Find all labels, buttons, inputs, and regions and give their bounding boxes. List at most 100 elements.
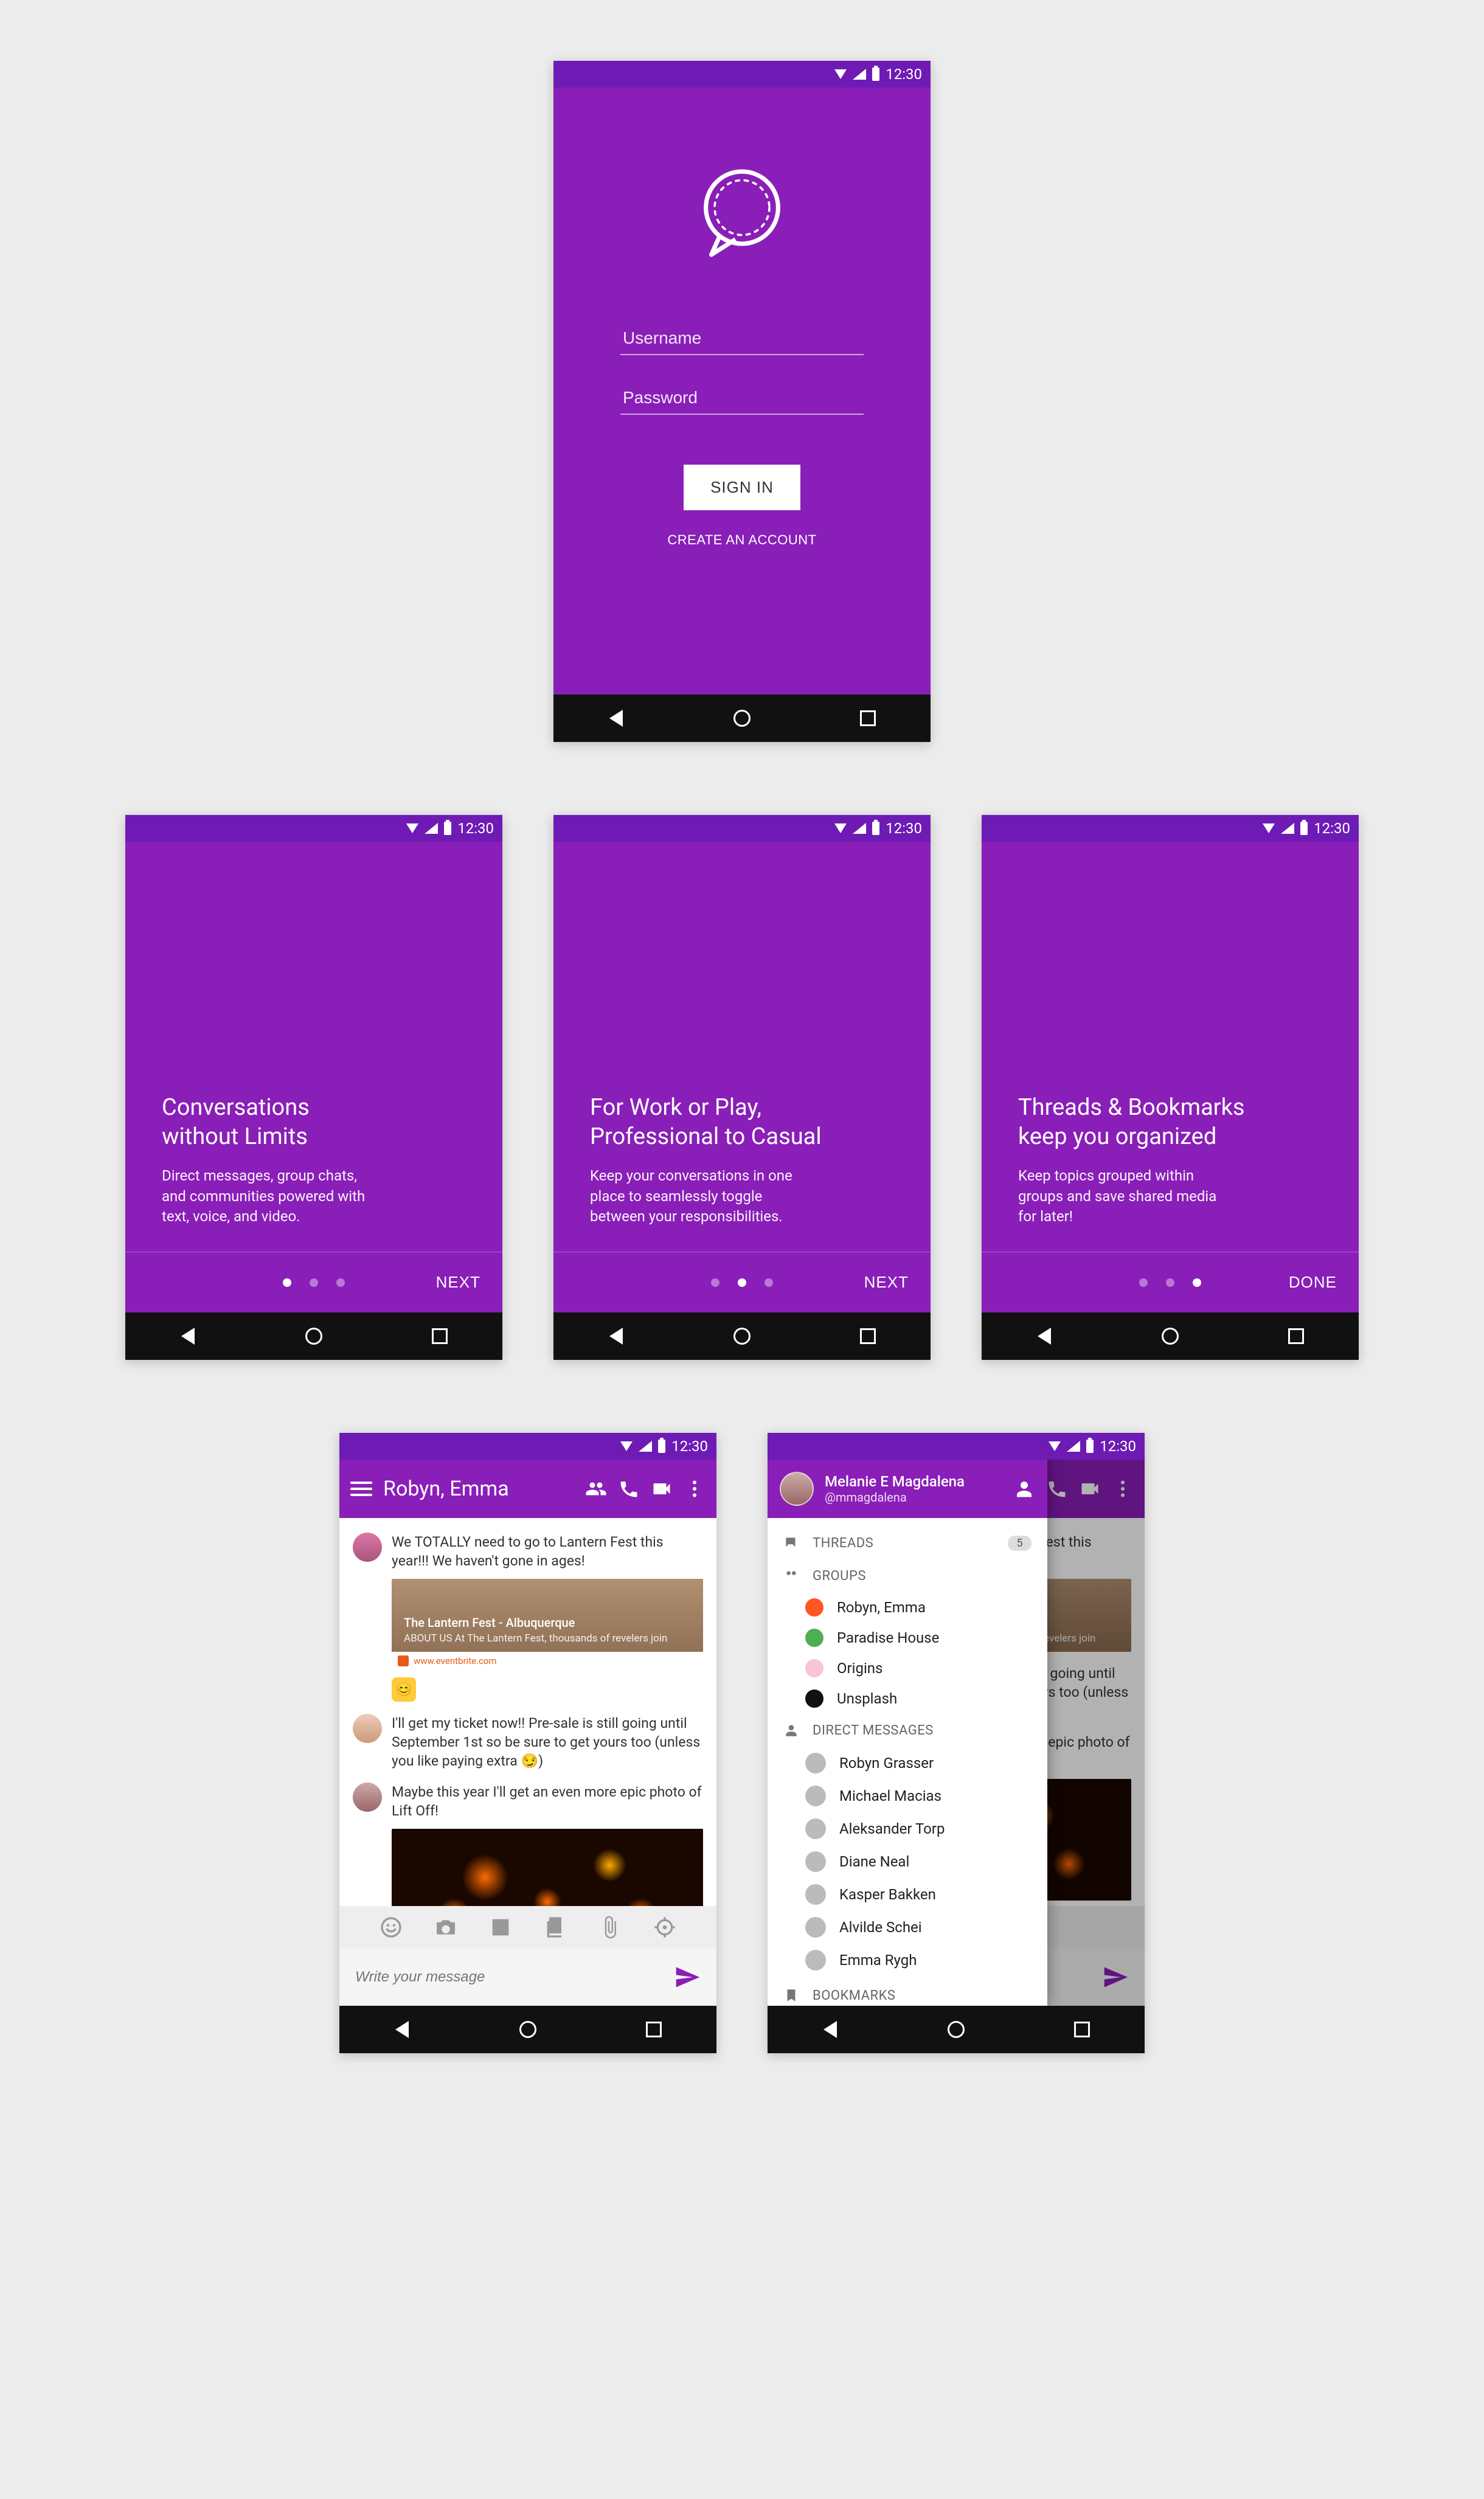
section-bookmarks[interactable]: BOOKMARKS (768, 1977, 1047, 2006)
signal-icon (1281, 823, 1294, 834)
recents-button[interactable] (1285, 1325, 1307, 1347)
done-button[interactable]: DONE (1289, 1273, 1337, 1292)
dot-1[interactable] (283, 1278, 291, 1287)
dot-2[interactable] (738, 1278, 746, 1287)
next-button[interactable]: NEXT (436, 1273, 480, 1292)
battery-icon (872, 68, 879, 81)
status-time: 12:30 (1100, 1438, 1136, 1455)
back-button[interactable] (1033, 1325, 1055, 1347)
item-label: Michael Macias (839, 1787, 941, 1804)
android-navbar (125, 1312, 502, 1360)
next-button[interactable]: NEXT (864, 1273, 909, 1292)
avatar[interactable] (353, 1714, 382, 1743)
location-icon[interactable] (653, 1915, 677, 1939)
recents-button[interactable] (857, 707, 879, 729)
user-name: Melanie E Magdalena (825, 1473, 965, 1490)
avatar[interactable] (353, 1533, 382, 1562)
gallery-icon[interactable] (543, 1915, 567, 1939)
recents-button[interactable] (643, 2019, 665, 2040)
back-button[interactable] (605, 707, 627, 729)
recents-button[interactable] (429, 1325, 451, 1347)
message-item: I'll get my ticket now!! Pre-sale is sti… (353, 1714, 703, 1770)
navigation-drawer: Melanie E Magdalena @mmagdalena THREADS … (768, 1460, 1047, 2006)
group-icon[interactable] (585, 1478, 607, 1500)
dot-3[interactable] (336, 1278, 345, 1287)
status-bar: 12:30 (339, 1433, 716, 1460)
dot-2[interactable] (1166, 1278, 1174, 1287)
dot-1[interactable] (711, 1278, 719, 1287)
dot-2[interactable] (310, 1278, 318, 1287)
onboarding-screen-3: 12:30 Threads & Bookmarks keep you organ… (982, 815, 1359, 1360)
status-time: 12:30 (886, 66, 922, 83)
dm-item[interactable]: Alvilde Schei (768, 1911, 1047, 1944)
home-button[interactable] (945, 2019, 967, 2040)
dm-item[interactable]: Diane Neal (768, 1845, 1047, 1878)
more-icon[interactable] (684, 1478, 706, 1500)
recents-button[interactable] (1071, 2019, 1093, 2040)
status-bar: 12:30 (125, 815, 502, 842)
dot-3[interactable] (1193, 1278, 1201, 1287)
link-card[interactable]: The Lantern Fest - Albuquerque ABOUT US … (392, 1579, 703, 1670)
call-icon[interactable] (618, 1478, 640, 1500)
item-label: Diane Neal (839, 1853, 909, 1870)
home-button[interactable] (1159, 1325, 1181, 1347)
onboard-desc: Keep your conversations in one place to … (590, 1166, 894, 1227)
dot-3[interactable] (765, 1278, 773, 1287)
menu-icon[interactable] (350, 1482, 372, 1496)
camera-icon[interactable] (434, 1915, 458, 1939)
dm-item[interactable]: Kasper Bakken (768, 1878, 1047, 1911)
group-item[interactable]: Unsplash (768, 1683, 1047, 1714)
group-item[interactable]: Robyn, Emma (768, 1592, 1047, 1623)
threads-icon (783, 1535, 799, 1551)
recents-button[interactable] (857, 1325, 879, 1347)
item-label: Origins (837, 1660, 882, 1677)
message-text: I'll get my ticket now!! Pre-sale is sti… (392, 1714, 703, 1770)
home-button[interactable] (731, 1325, 753, 1347)
back-button[interactable] (605, 1325, 627, 1347)
dm-item[interactable]: Aleksander Torp (768, 1812, 1047, 1845)
send-icon[interactable] (674, 1964, 701, 1991)
section-label: DIRECT MESSAGES (813, 1723, 934, 1738)
back-button[interactable] (177, 1325, 199, 1347)
signin-button[interactable]: SIGN IN (684, 465, 800, 510)
image-icon[interactable] (488, 1915, 513, 1939)
user-avatar[interactable] (780, 1472, 814, 1506)
message-list[interactable]: We TOTALLY need to go to Lantern Fest th… (339, 1518, 716, 1906)
drawer-screen: 12:30 Robyn, Emma We TOTALLY need to go … (768, 1433, 1145, 2053)
battery-icon (1086, 1440, 1094, 1453)
group-item[interactable]: Origins (768, 1653, 1047, 1683)
dot-1[interactable] (1139, 1278, 1148, 1287)
password-input[interactable] (620, 382, 864, 415)
username-input[interactable] (620, 322, 864, 355)
create-account-link[interactable]: CREATE AN ACCOUNT (667, 532, 816, 548)
item-label: Unsplash (837, 1690, 897, 1707)
message-input[interactable] (355, 1969, 662, 1986)
message-text: Maybe this year I'll get an even more ep… (392, 1783, 703, 1820)
section-label: BOOKMARKS (813, 1988, 895, 2003)
section-threads[interactable]: THREADS 5 (768, 1527, 1047, 1559)
site-badge-icon (398, 1655, 409, 1666)
dm-item[interactable]: Robyn Grasser (768, 1747, 1047, 1780)
card-footer: www.eventbrite.com (414, 1655, 497, 1666)
back-button[interactable] (391, 2019, 413, 2040)
home-button[interactable] (517, 2019, 539, 2040)
video-icon[interactable] (651, 1478, 673, 1500)
emoji-icon[interactable] (379, 1915, 403, 1939)
back-button[interactable] (819, 2019, 841, 2040)
item-label: Paradise House (837, 1629, 939, 1646)
dm-item[interactable]: Emma Rygh (768, 1944, 1047, 1977)
avatar[interactable] (353, 1783, 382, 1812)
home-button[interactable] (731, 707, 753, 729)
emoji-reaction[interactable]: 😊 (392, 1677, 416, 1702)
dm-item[interactable]: Michael Macias (768, 1780, 1047, 1812)
user-handle: @mmagdalena (825, 1490, 965, 1505)
message-text: We TOTALLY need to go to Lantern Fest th… (392, 1533, 703, 1570)
profile-icon[interactable] (1013, 1478, 1035, 1500)
group-item[interactable]: Paradise House (768, 1623, 1047, 1653)
photo-attachment[interactable] (392, 1829, 703, 1906)
onboard-title: For Work or Play, Professional to Casual (590, 1094, 894, 1151)
home-button[interactable] (303, 1325, 325, 1347)
item-label: Aleksander Torp (839, 1820, 945, 1837)
signal-icon (425, 823, 438, 834)
attach-icon[interactable] (598, 1915, 622, 1939)
